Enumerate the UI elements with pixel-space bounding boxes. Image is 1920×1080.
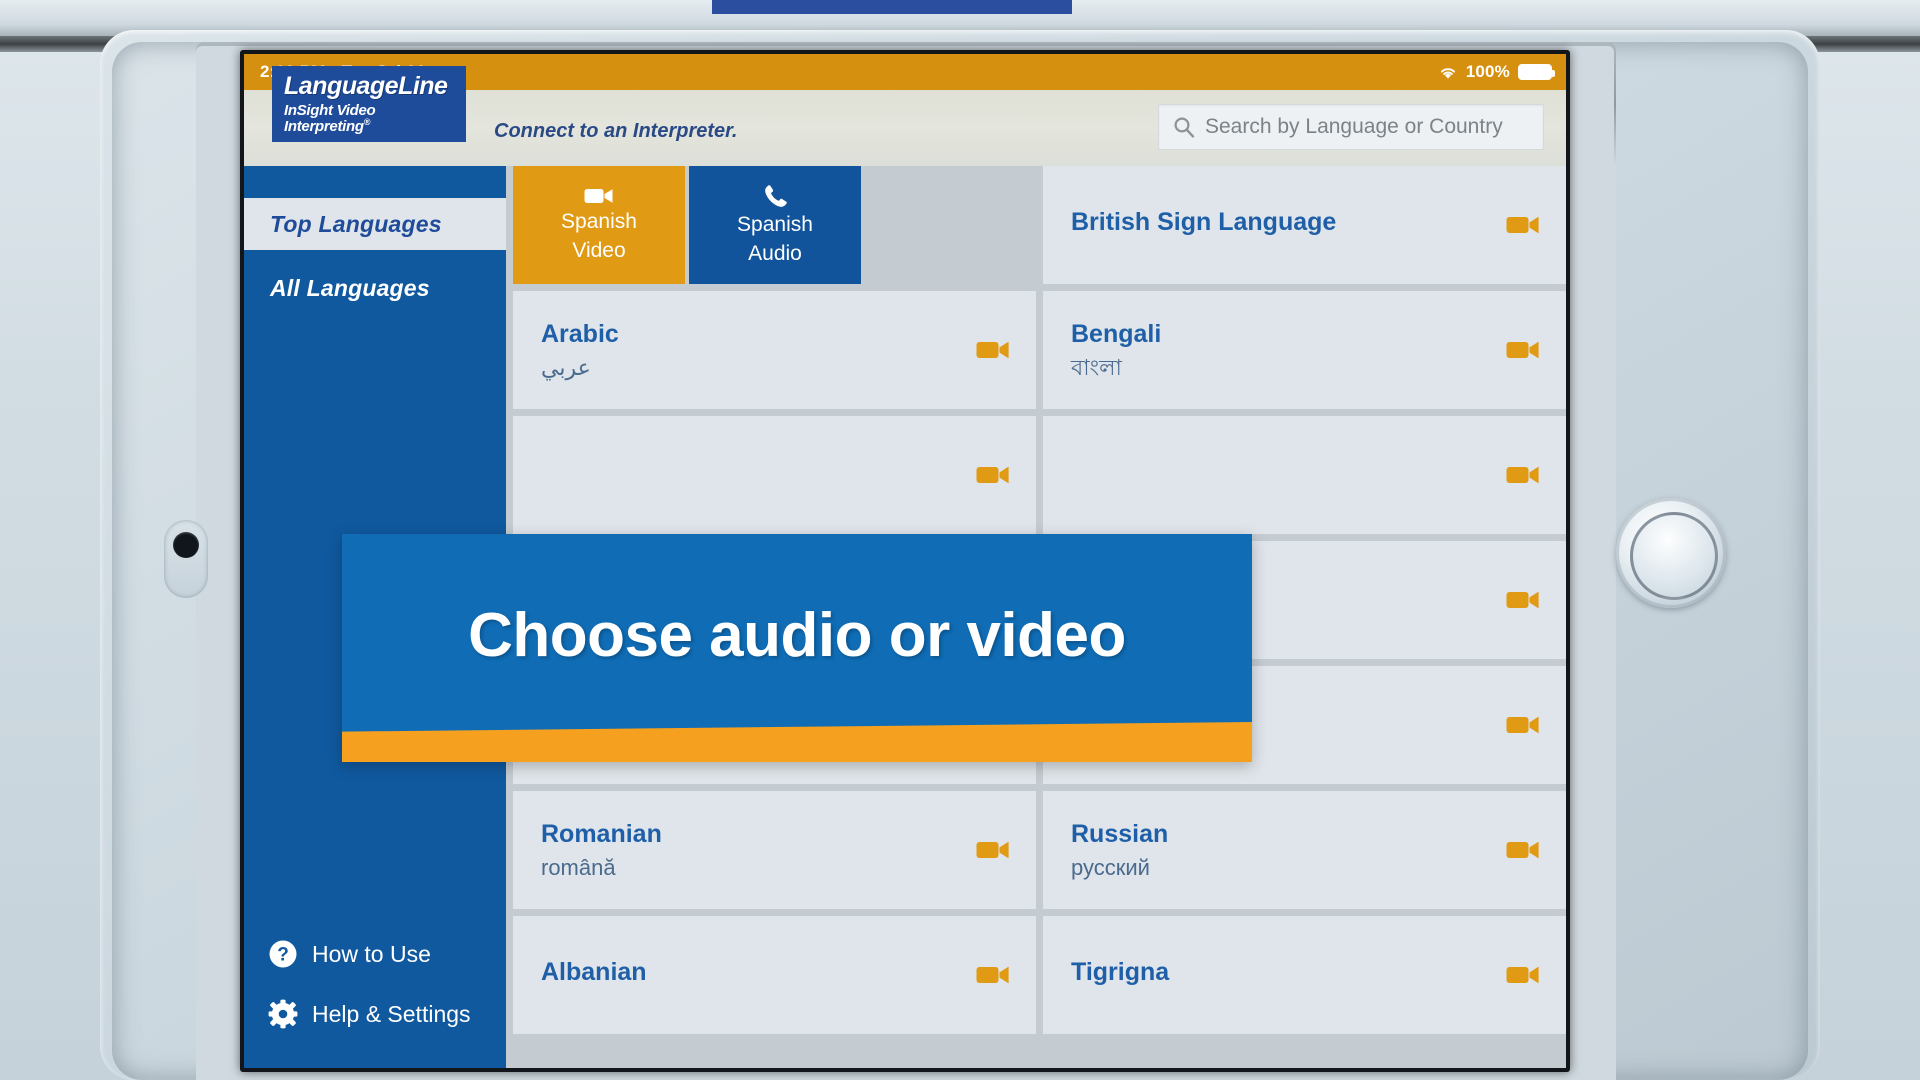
video-camera-icon[interactable] bbox=[1506, 213, 1540, 237]
video-camera-icon[interactable] bbox=[1506, 588, 1540, 612]
search-icon bbox=[1173, 116, 1195, 138]
language-name-en: Arabic bbox=[541, 319, 619, 348]
language-name-en: Tigrigna bbox=[1071, 957, 1170, 986]
tile-label-line2: Audio bbox=[748, 242, 802, 265]
sidebar-item-label: All Languages bbox=[270, 274, 430, 301]
video-camera-icon[interactable] bbox=[1506, 338, 1540, 362]
wifi-icon bbox=[1438, 65, 1458, 80]
languageline-logo: LanguageLine InSight Video Interpreting® bbox=[272, 66, 466, 142]
search-placeholder: Search by Language or Country bbox=[1205, 115, 1503, 138]
language-name-en: Albanian bbox=[541, 957, 647, 986]
video-camera-icon[interactable] bbox=[1506, 963, 1540, 987]
video-camera-icon[interactable] bbox=[976, 463, 1010, 487]
search-input[interactable]: Search by Language or Country bbox=[1158, 104, 1544, 150]
spanish-video-button[interactable]: Spanish Video bbox=[513, 166, 685, 284]
language-name-native: عربي bbox=[541, 354, 591, 380]
battery-full-icon bbox=[1518, 64, 1555, 80]
language-name-en: Romanian bbox=[541, 819, 662, 848]
enclosure-top-blue-accent bbox=[712, 0, 1072, 14]
sidebar-item-how-to-use[interactable]: ? How to Use bbox=[244, 924, 506, 984]
overlay-accent-bar bbox=[342, 722, 1252, 762]
overlay-text: Choose audio or video bbox=[468, 600, 1126, 670]
question-circle-icon: ? bbox=[268, 939, 298, 969]
header-tagline: Connect to an Interpreter. bbox=[494, 120, 738, 142]
photo-scene: 2:10 PM Tue Jul 21 100% bbox=[0, 0, 1920, 1080]
main-content: Top Languages All Languages ? How to Use… bbox=[244, 166, 1566, 1068]
video-camera-icon[interactable] bbox=[1506, 713, 1540, 737]
video-camera-icon[interactable] bbox=[976, 838, 1010, 862]
tile-label-line2: Video bbox=[572, 239, 626, 262]
home-button[interactable] bbox=[1616, 498, 1726, 608]
app-header: LanguageLine InSight Video Interpreting®… bbox=[244, 66, 1566, 166]
spanish-audio-button[interactable]: Spanish Audio bbox=[689, 166, 861, 284]
language-cell[interactable] bbox=[1043, 416, 1566, 534]
logo-secondary-text: InSight Video Interpreting® bbox=[284, 102, 376, 135]
language-cell[interactable]: British Sign Language bbox=[1043, 166, 1566, 284]
phone-icon bbox=[762, 183, 788, 209]
video-camera-icon[interactable] bbox=[1506, 463, 1540, 487]
language-cell[interactable] bbox=[513, 416, 1036, 534]
language-cell[interactable]: Tigrigna bbox=[1043, 916, 1566, 1034]
quick-action-tiles: Spanish Video Spanish Audio bbox=[513, 166, 1036, 284]
video-camera-icon[interactable] bbox=[976, 338, 1010, 362]
language-cell[interactable]: Romanian română bbox=[513, 791, 1036, 909]
video-camera-icon[interactable] bbox=[1506, 838, 1540, 862]
sidebar-link-label: Help & Settings bbox=[312, 1000, 471, 1027]
sidebar-item-all-languages[interactable]: All Languages bbox=[244, 262, 506, 314]
screen-frame: 2:10 PM Tue Jul 21 100% bbox=[240, 50, 1570, 1072]
language-cell[interactable]: Bengali বাংলা bbox=[1043, 291, 1566, 409]
language-name-native: română bbox=[541, 854, 616, 880]
language-name-native: বাংলা bbox=[1071, 354, 1122, 380]
sidebar-item-help-settings[interactable]: Help & Settings bbox=[244, 984, 506, 1044]
logo-primary-text: LanguageLine bbox=[284, 72, 448, 100]
video-camera-icon bbox=[584, 186, 614, 206]
svg-text:?: ? bbox=[277, 945, 289, 966]
sidebar-link-label: How to Use bbox=[312, 940, 431, 967]
language-cell[interactable]: Russian русский bbox=[1043, 791, 1566, 909]
language-cell[interactable]: Albanian bbox=[513, 916, 1036, 1034]
language-name-native: русский bbox=[1071, 854, 1150, 880]
sidebar-item-label: Top Languages bbox=[270, 210, 442, 237]
language-name-en: Bengali bbox=[1071, 319, 1162, 348]
battery-percent: 100% bbox=[1465, 62, 1510, 81]
sidebar-footer: ? How to Use Help & Settings bbox=[244, 924, 506, 1044]
gear-icon bbox=[268, 999, 298, 1029]
language-cell[interactable]: Arabic عربي bbox=[513, 291, 1036, 409]
camera-sensor-icon bbox=[164, 520, 208, 598]
instruction-overlay-banner: Choose audio or video bbox=[342, 534, 1252, 762]
video-camera-icon[interactable] bbox=[976, 963, 1010, 987]
screen: 2:10 PM Tue Jul 21 100% bbox=[244, 54, 1566, 1068]
tile-label-line1: Spanish bbox=[737, 213, 813, 237]
tile-label-line1: Spanish bbox=[561, 210, 637, 234]
language-name-en: British Sign Language bbox=[1071, 207, 1337, 236]
sidebar-item-top-languages[interactable]: Top Languages bbox=[244, 198, 506, 250]
language-name-en: Russian bbox=[1071, 819, 1169, 848]
